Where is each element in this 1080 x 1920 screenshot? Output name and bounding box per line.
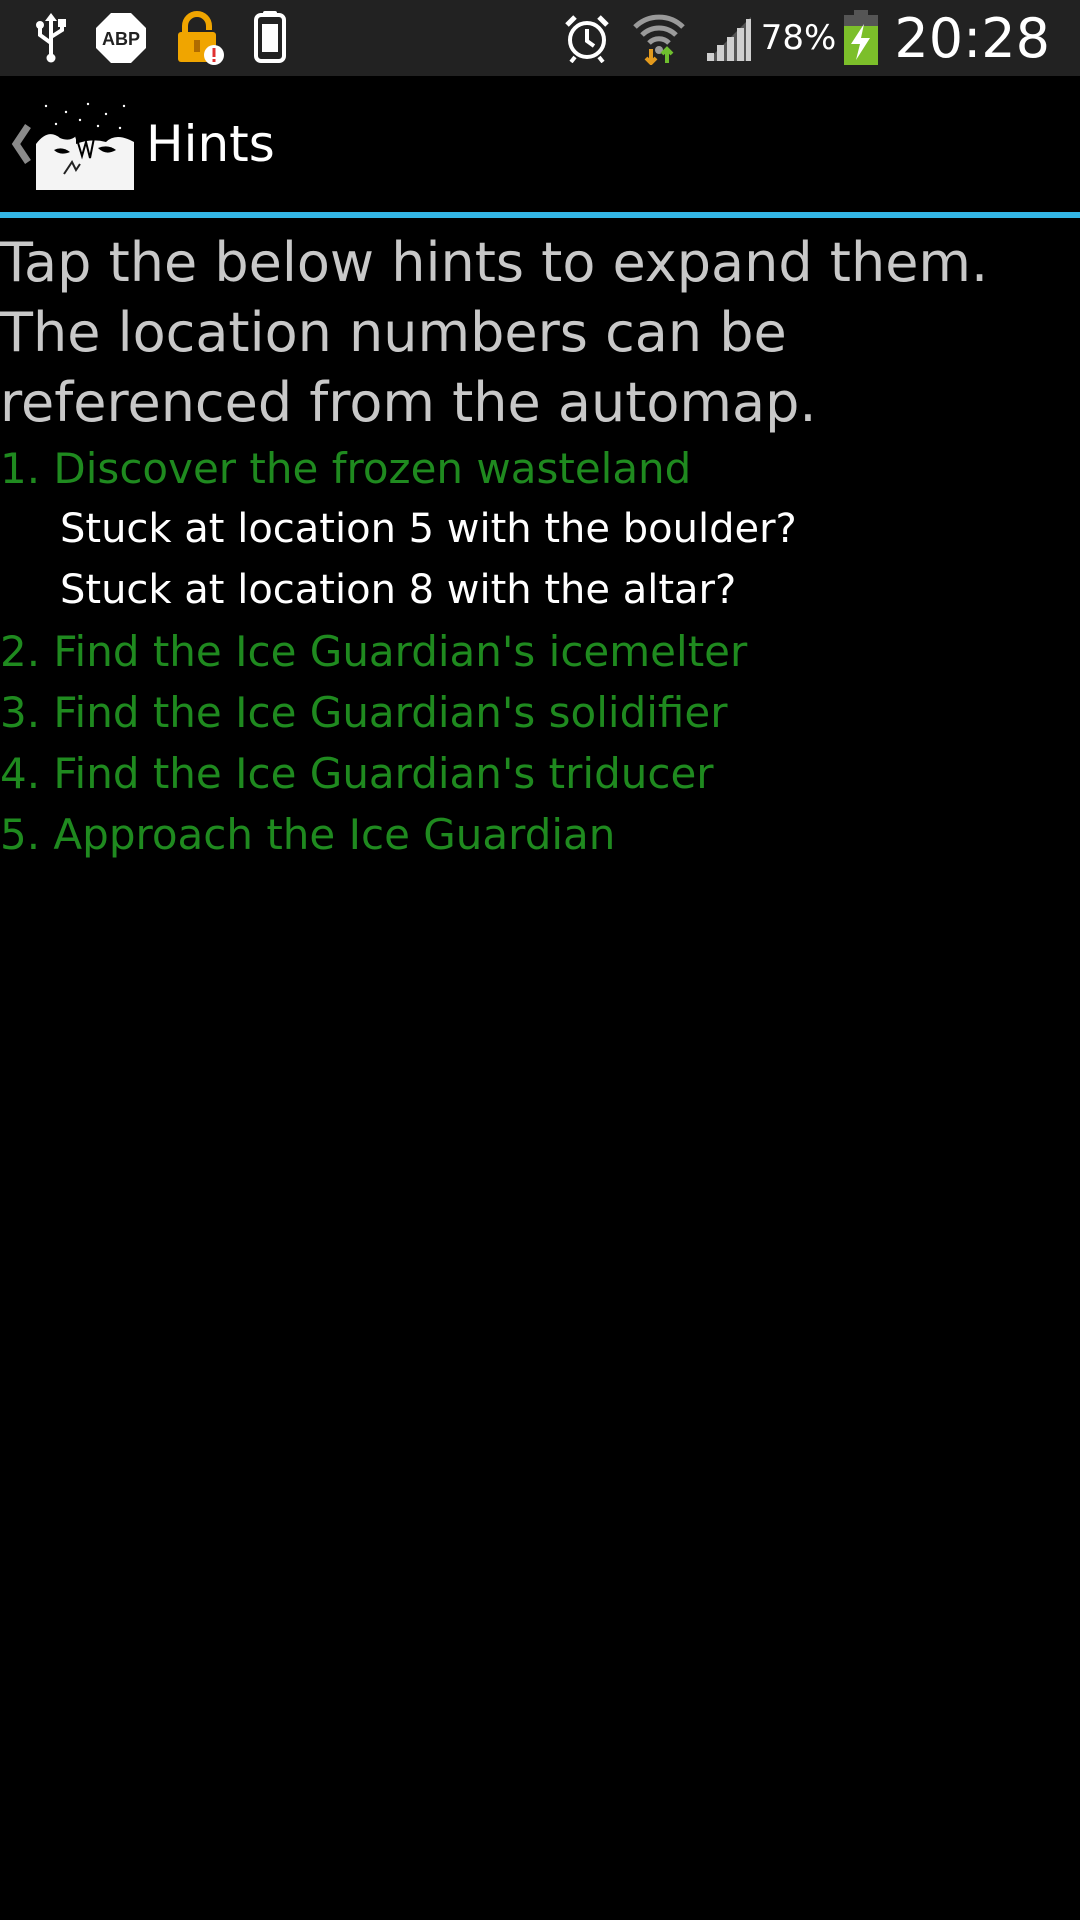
hint-group: 5. Approach the Ice Guardian: [0, 804, 1080, 865]
clock: 20:28: [894, 6, 1050, 70]
status-bar: ABP 78% 20:28: [0, 0, 1080, 76]
system-icons: 78% 20:28: [563, 0, 1050, 76]
hint-heading[interactable]: 5. Approach the Ice Guardian: [0, 804, 1080, 865]
adblock-plus-icon: ABP: [95, 0, 147, 76]
hint-group: 3. Find the Ice Guardian's solidifier: [0, 682, 1080, 743]
hint-heading[interactable]: 2. Find the Ice Guardian's icemelter: [0, 621, 1080, 682]
app-logo[interactable]: [36, 98, 134, 190]
back-caret-icon[interactable]: [10, 114, 32, 174]
wifi-icon: [631, 0, 687, 76]
action-bar-divider: [0, 212, 1080, 218]
hint-group: 1. Discover the frozen wasteland Stuck a…: [0, 438, 1080, 621]
hint-group: 2. Find the Ice Guardian's icemelter: [0, 621, 1080, 682]
hint-heading[interactable]: 4. Find the Ice Guardian's triducer: [0, 743, 1080, 804]
alarm-icon: [563, 0, 611, 76]
hints-content: Tap the below hints to expand them. The …: [0, 228, 1080, 865]
battery-percent: 78%: [760, 18, 837, 58]
lock-warning-icon: [174, 0, 224, 76]
action-bar: Hints: [0, 76, 1080, 212]
phone-vibrate-icon: [251, 0, 289, 76]
hint-heading[interactable]: 1. Discover the frozen wasteland: [0, 438, 1080, 499]
usb-icon: [34, 0, 68, 76]
hint-group: 4. Find the Ice Guardian's triducer: [0, 743, 1080, 804]
hint-heading[interactable]: 3. Find the Ice Guardian's solidifier: [0, 682, 1080, 743]
subhint-item[interactable]: Stuck at location 5 with the boulder?: [0, 499, 1080, 560]
notification-icons: ABP: [34, 0, 316, 76]
intro-text: Tap the below hints to expand them. The …: [0, 231, 989, 434]
subhint-item[interactable]: Stuck at location 8 with the altar?: [0, 560, 1080, 621]
adblock-text: ABP: [102, 29, 140, 49]
battery-charging-icon: [842, 0, 880, 76]
page-title: Hints: [146, 115, 275, 173]
signal-icon: [705, 0, 753, 76]
hint-list: 1. Discover the frozen wasteland Stuck a…: [0, 438, 1080, 865]
